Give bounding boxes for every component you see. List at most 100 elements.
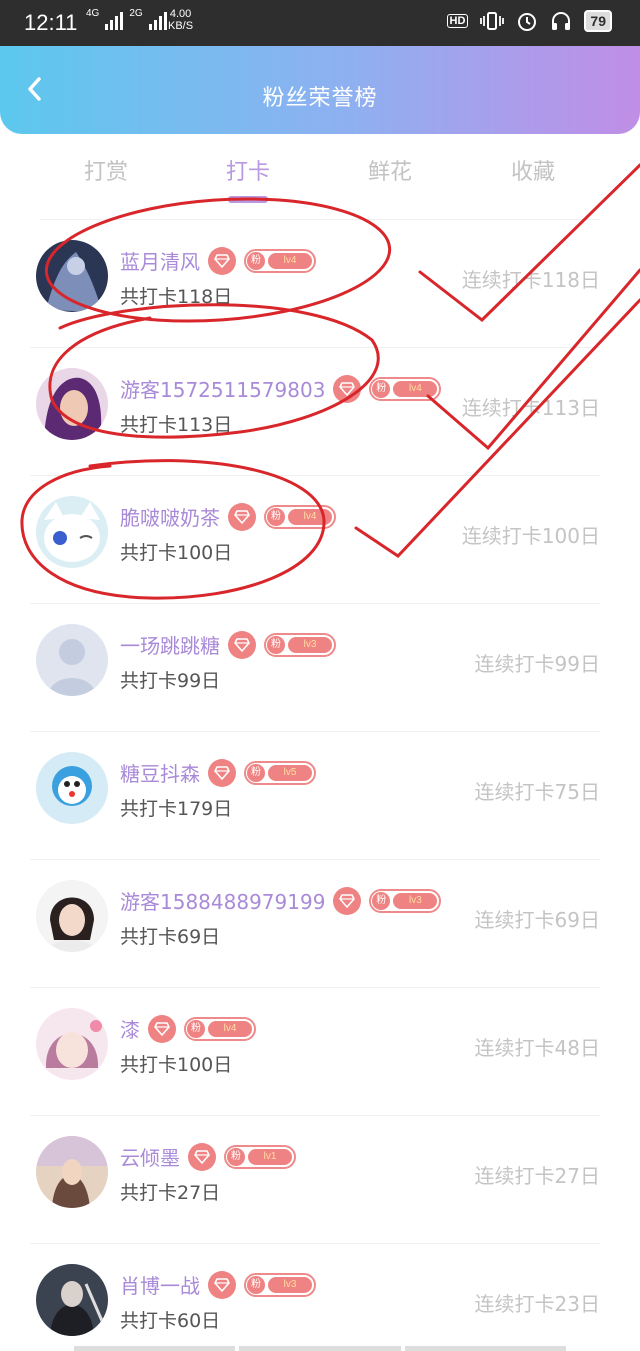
fan-level-badge: 粉 lv5 [244,760,316,785]
total-checkin-count: 共打卡118日 [120,286,233,308]
fan-level-badge: 粉 lv3 [369,888,442,913]
fan-level: lv4 [393,380,438,397]
vibrate-icon [480,12,505,30]
user-name[interactable]: 脆啵啵奶茶 [120,502,220,531]
name-line: 脆啵啵奶茶 粉 lv4 [120,502,336,531]
fan-badge-label: 粉 [247,1275,265,1294]
fan-badge-label: 粉 [267,635,285,654]
name-line: 蓝月清风 粉 lv4 [120,246,316,275]
fan-badge-label: 粉 [247,251,265,270]
fan-level: lv4 [208,1020,252,1037]
fan-badge-label: 粉 [227,1147,245,1166]
signal-icon [105,8,124,30]
fan-level: lv4 [288,508,332,525]
diamond-icon [228,630,256,659]
fan-badge-label: 粉 [187,1019,205,1038]
fan-level: lv5 [268,764,312,781]
headphones-icon [552,12,571,30]
diamond-icon [148,1014,176,1043]
total-checkin-count: 共打卡69日 [120,926,221,948]
tab-favorites[interactable]: 收藏 [463,154,603,186]
consecutive-checkin-count: 连续打卡23日 [474,1292,600,1316]
user-name[interactable]: 漆 [120,1014,140,1043]
fan-level: lv3 [288,636,332,653]
fan-level-badge: 粉 lv4 [184,1016,256,1041]
fan-level-badge: 粉 lv3 [244,1272,316,1297]
network-speed: 4.00 KB/S [168,8,193,32]
avatar[interactable] [36,368,108,440]
consecutive-checkin-count: 连续打卡99日 [474,652,600,676]
name-line: 糖豆抖森 粉 lv5 [120,758,316,787]
status-time: 12:11 [24,10,78,35]
list-item[interactable]: 脆啵啵奶茶 粉 lv4 共打卡100日 连续打卡100日 [30,476,600,604]
total-checkin-count: 共打卡179日 [120,798,233,820]
total-checkin-count: 共打卡60日 [120,1310,221,1332]
status-right: HD 79 [446,10,612,32]
tab-bar: 打赏 打卡 鲜花 收藏 [0,148,640,218]
user-name[interactable]: 蓝月清风 [120,246,200,275]
diamond-icon [208,758,236,787]
fan-level: lv3 [393,892,438,909]
list-item[interactable]: 云倾墨粉 lv1 共打卡27日 连续打卡27日 [30,1116,600,1244]
fan-level: lv3 [268,1276,312,1293]
battery-indicator: 79 [584,10,612,32]
user-name[interactable]: 游客1572511579803 [120,374,325,403]
tab-checkin[interactable]: 打卡 [178,154,318,203]
bottom-scroll-hint [74,1346,566,1351]
name-line: 游客1572511579803 粉 lv4 [120,374,442,403]
user-name[interactable]: 糖豆抖森 [120,758,200,787]
hd-label: HD [446,14,469,28]
avatar[interactable] [36,1264,108,1336]
list-item[interactable]: 糖豆抖森 粉 lv5 共打卡179日 连续打卡75日 [30,732,600,860]
fan-level-badge: 粉 lv4 [264,504,336,529]
user-name[interactable]: 一玚跳跳糖 [120,630,220,659]
fan-badge-label: 粉 [247,763,265,782]
consecutive-checkin-count: 连续打卡118日 [461,268,600,292]
page-header: 粉丝荣誉榜 [0,46,640,134]
diamond-icon [333,374,362,403]
tab-active-indicator [228,196,268,203]
fan-badge-label: 粉 [267,507,285,526]
fan-ranking-list: 蓝月清风粉 lv4 共打卡118日 连续打卡118日 游客1572511579803 粉 l… [0,220,640,1351]
list-item[interactable]: 肖博一战 粉 lv3 共打卡60日 连续打卡23日 [30,1244,600,1351]
user-name[interactable]: 游客1588488979199 [120,886,325,915]
fan-badge-label: 粉 [372,379,391,398]
user-name[interactable]: 云倾墨 [120,1142,180,1171]
diamond-icon [188,1142,216,1171]
avatar[interactable] [36,496,108,568]
total-checkin-count: 共打卡100日 [120,1054,233,1076]
avatar[interactable] [36,752,108,824]
avatar[interactable] [36,1008,108,1080]
tab-reward[interactable]: 打赏 [36,154,176,186]
name-line: 云倾墨 粉 lv1 [120,1142,296,1171]
tab-label: 打赏 [83,160,128,185]
list-item[interactable]: 漆 粉 lv4 共打卡100日 连续打卡48日 [30,988,600,1116]
consecutive-checkin-count: 连续打卡48日 [474,1036,600,1060]
tab-label: 鲜花 [367,160,412,185]
fan-level: lv4 [268,252,312,269]
network-indicators: 4G 2G [86,8,167,30]
fan-level-badge: 粉 lv1 [224,1144,296,1169]
alarm-icon [518,13,537,31]
fan-badge-label: 粉 [372,891,391,910]
total-checkin-count: 共打卡99日 [120,670,221,692]
speed-value: 4.00 [169,8,192,20]
total-checkin-count: 共打卡113日 [120,414,233,436]
avatar[interactable] [36,880,108,952]
network-2g-label: 2G [129,8,143,19]
name-line: 游客1588488979199 粉 lv3 [120,886,442,915]
avatar[interactable] [36,624,108,696]
network-4g-label: 4G [86,8,100,19]
list-item[interactable]: 游客1572511579803 粉 lv4 共打卡113日 连续打卡113日 [30,348,600,476]
consecutive-checkin-count: 连续打卡100日 [461,524,600,548]
list-item[interactable]: 蓝月清风 粉 lv4 共打卡118日 连续打卡118日 [30,220,600,348]
list-item[interactable]: 一玚跳跳糖 粉 lv3 共打卡99日 连续打卡99日 [30,604,600,732]
avatar[interactable] [36,240,108,312]
tab-flowers[interactable]: 鲜花 [320,154,460,186]
consecutive-checkin-count: 连续打卡75日 [474,780,600,804]
list-item[interactable]: 游客1588488979199 粉 lv3 共打卡69日 连续打卡69日 [30,860,600,988]
user-name[interactable]: 肖博一战 [120,1270,200,1299]
status-bar: 12:11 4G 2G 4.00 KB/S HD 79 [0,0,640,46]
consecutive-checkin-count: 连续打卡113日 [461,396,600,420]
avatar[interactable] [36,1136,108,1208]
